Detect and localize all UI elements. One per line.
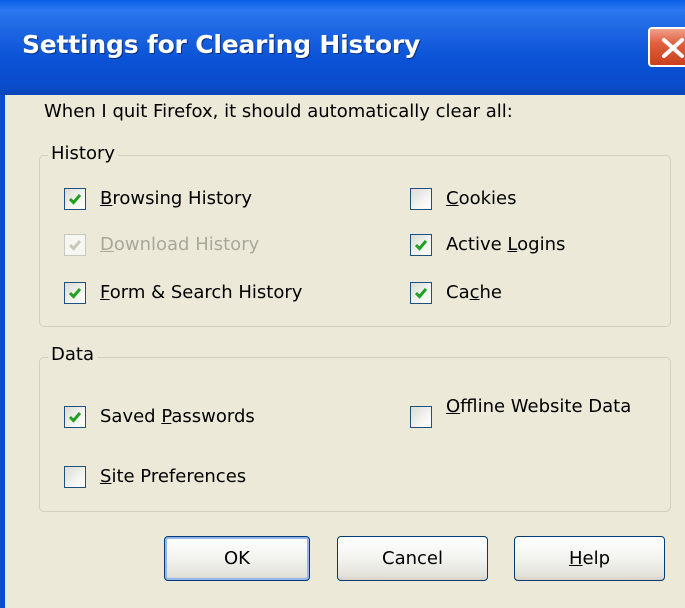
download-history-checkbox (64, 234, 86, 256)
active-logins-checkbox[interactable] (410, 234, 432, 256)
checkmark-icon (414, 240, 428, 251)
cancel-button[interactable]: Cancel (337, 536, 488, 581)
download-history-label: Download History (100, 234, 260, 255)
dialog-title: Settings for Clearing History (22, 30, 421, 59)
cookies-option[interactable]: Cookies (410, 188, 516, 210)
checkmark-icon (68, 240, 82, 251)
cache-option[interactable]: Cache (410, 282, 502, 304)
checkmark-icon (414, 288, 428, 299)
active-logins-label[interactable]: Active Logins (446, 234, 565, 256)
offline-website-data-label[interactable]: Offline Website Data (446, 396, 646, 418)
intro-text: When I quit Firefox, it should automatic… (44, 101, 513, 122)
saved-passwords-label[interactable]: Saved Passwords (100, 406, 255, 428)
offline-website-data-option[interactable]: Offline Website Data (410, 396, 646, 428)
title-bar[interactable]: Settings for Clearing History (0, 0, 685, 95)
active-logins-option[interactable]: Active Logins (410, 234, 565, 256)
checkmark-icon (68, 412, 82, 423)
site-preferences-checkbox[interactable] (64, 466, 86, 488)
form-search-history-checkbox[interactable] (64, 282, 86, 304)
browsing-history-option[interactable]: Browsing History (64, 188, 252, 210)
form-search-history-option[interactable]: Form & Search History (64, 282, 302, 304)
history-legend: History (48, 143, 119, 164)
download-history-option: Download History (64, 234, 259, 256)
checkmark-icon (68, 194, 82, 205)
close-button[interactable] (648, 27, 685, 67)
data-legend: Data (48, 344, 97, 365)
saved-passwords-option[interactable]: Saved Passwords (64, 406, 255, 428)
browsing-history-checkbox[interactable] (64, 188, 86, 210)
offline-website-data-checkbox[interactable] (410, 406, 432, 428)
window-frame (0, 95, 5, 608)
help-button[interactable]: Help (514, 536, 665, 581)
cache-checkbox[interactable] (410, 282, 432, 304)
saved-passwords-checkbox[interactable] (64, 406, 86, 428)
cache-label[interactable]: Cache (446, 282, 502, 304)
site-preferences-label[interactable]: Site Preferences (100, 466, 246, 488)
form-search-history-label[interactable]: Form & Search History (100, 282, 302, 304)
site-preferences-option[interactable]: Site Preferences (64, 466, 246, 488)
ok-button[interactable]: OK (164, 536, 310, 581)
cookies-checkbox[interactable] (410, 188, 432, 210)
cookies-label[interactable]: Cookies (446, 188, 516, 210)
data-group (39, 357, 671, 512)
checkmark-icon (68, 288, 82, 299)
browsing-history-label[interactable]: Browsing History (100, 188, 252, 210)
